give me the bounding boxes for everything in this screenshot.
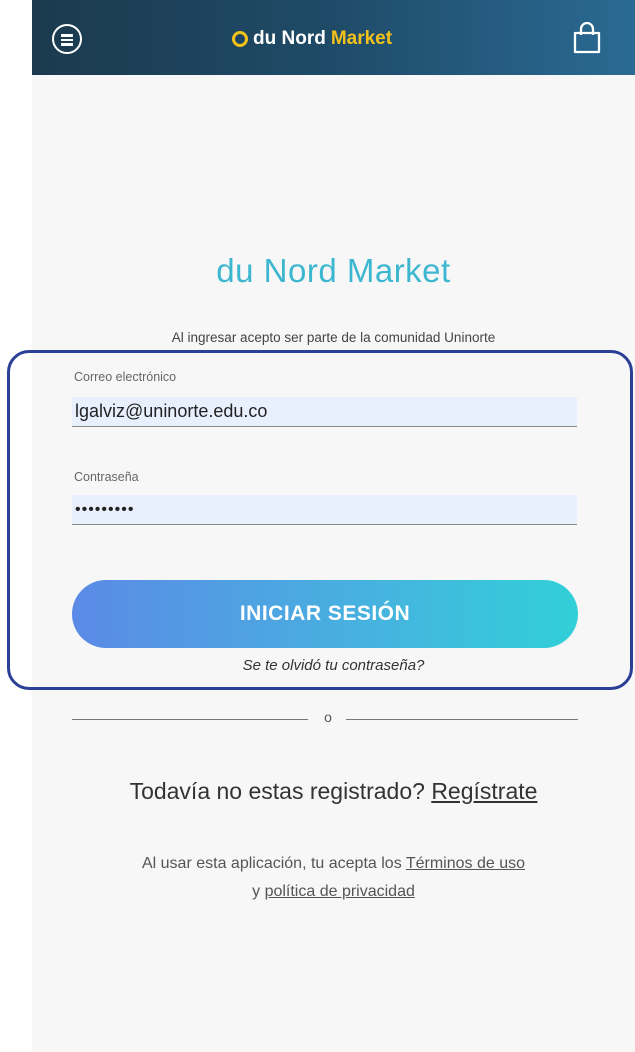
email-label: Correo electrónico xyxy=(74,370,177,384)
divider-left xyxy=(72,719,308,720)
privacy-link[interactable]: política de privacidad xyxy=(265,883,415,900)
terms-prefix: Al usar esta aplicación, tu acepta los xyxy=(141,855,402,872)
password-field[interactable] xyxy=(72,495,577,525)
app-screen: du Nord Market du Nord Market Al ingresa… xyxy=(7,0,635,1052)
location-pin-icon xyxy=(232,31,248,47)
app-title: du Nord Market xyxy=(216,252,451,289)
brand-name-part1: du Nord xyxy=(253,28,326,49)
terms-notice: Al usar esta aplicación, tu acepta los T… xyxy=(32,850,635,906)
register-prompt: Todavía no estas registrado? Regístrate xyxy=(32,778,635,805)
password-label: Contraseña xyxy=(74,470,139,484)
menu-circle-icon[interactable] xyxy=(52,24,82,54)
brand-name-part2: Market xyxy=(330,28,393,49)
community-notice: Al ingresar acepto ser parte de la comun… xyxy=(171,330,496,345)
register-question: Todavía no estas registrado? xyxy=(129,778,425,804)
email-field[interactable] xyxy=(72,397,577,427)
terms-connector: y xyxy=(252,883,261,900)
app-header: du Nord Market xyxy=(32,0,635,75)
divider-label: o xyxy=(324,709,332,725)
shopping-bag-icon[interactable] xyxy=(572,22,602,54)
brand-logo: du Nord Market xyxy=(232,25,392,53)
register-link[interactable]: Regístrate xyxy=(431,778,537,804)
forgot-password-link[interactable]: Se te olvidó tu contraseña? xyxy=(32,657,635,674)
login-button[interactable]: INICIAR SESIÓN xyxy=(72,580,578,648)
divider-right xyxy=(346,719,578,720)
terms-link[interactable]: Términos de uso xyxy=(406,855,525,872)
